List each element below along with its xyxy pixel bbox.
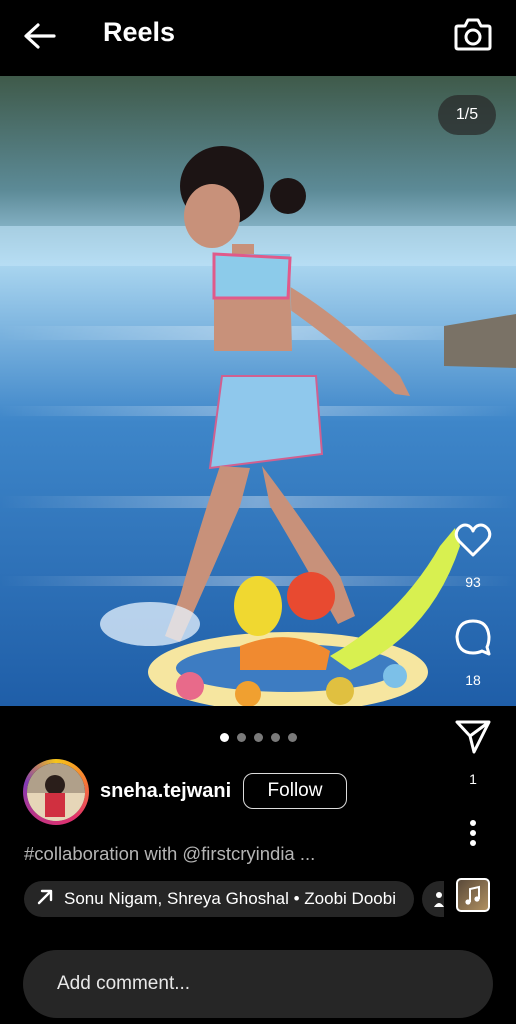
share-icon[interactable]	[452, 716, 494, 756]
carousel-dot	[237, 733, 246, 742]
music-label: Sonu Nigam, Shreya Ghoshal • Zoobi Doobi	[64, 889, 396, 908]
carousel-dot	[271, 733, 280, 742]
music-chip[interactable]: Sonu Nigam, Shreya Ghoshal • Zoobi Doobi	[24, 881, 414, 917]
carousel-dot	[288, 733, 297, 742]
carousel-dot	[254, 733, 263, 742]
caption-text: with	[139, 843, 183, 864]
caption-ellipsis: ...	[294, 843, 316, 864]
share-count: 1	[469, 771, 477, 787]
avatar[interactable]	[27, 763, 85, 821]
carousel-dot	[220, 733, 229, 742]
caption[interactable]: #collaboration with @firstcryindia ...	[24, 843, 315, 865]
caption-hashtag[interactable]: #collaboration	[24, 843, 139, 864]
camera-icon[interactable]	[452, 14, 494, 54]
comment-count: 18	[465, 672, 481, 688]
carousel-indicator	[220, 733, 297, 742]
like-count: 93	[465, 574, 481, 590]
page-title: Reels	[103, 17, 176, 47]
username[interactable]: sneha.tejwani	[100, 780, 231, 803]
secondary-chip[interactable]	[422, 881, 444, 917]
back-arrow-icon[interactable]	[20, 18, 60, 54]
trending-arrow-icon	[36, 888, 54, 911]
follow-button[interactable]: Follow	[243, 773, 347, 809]
slide-counter: 1/5	[438, 95, 496, 135]
comment-placeholder: Add comment...	[57, 973, 191, 994]
heart-icon[interactable]	[452, 520, 494, 560]
comment-input[interactable]: Add comment...	[23, 950, 493, 1018]
audio-thumbnail[interactable]	[456, 878, 490, 912]
top-bar	[0, 0, 516, 76]
reel-photo[interactable]	[0, 76, 516, 706]
more-options-icon[interactable]	[452, 814, 494, 854]
comment-icon[interactable]	[452, 617, 494, 657]
caption-mention[interactable]: @firstcryindia	[182, 843, 294, 864]
